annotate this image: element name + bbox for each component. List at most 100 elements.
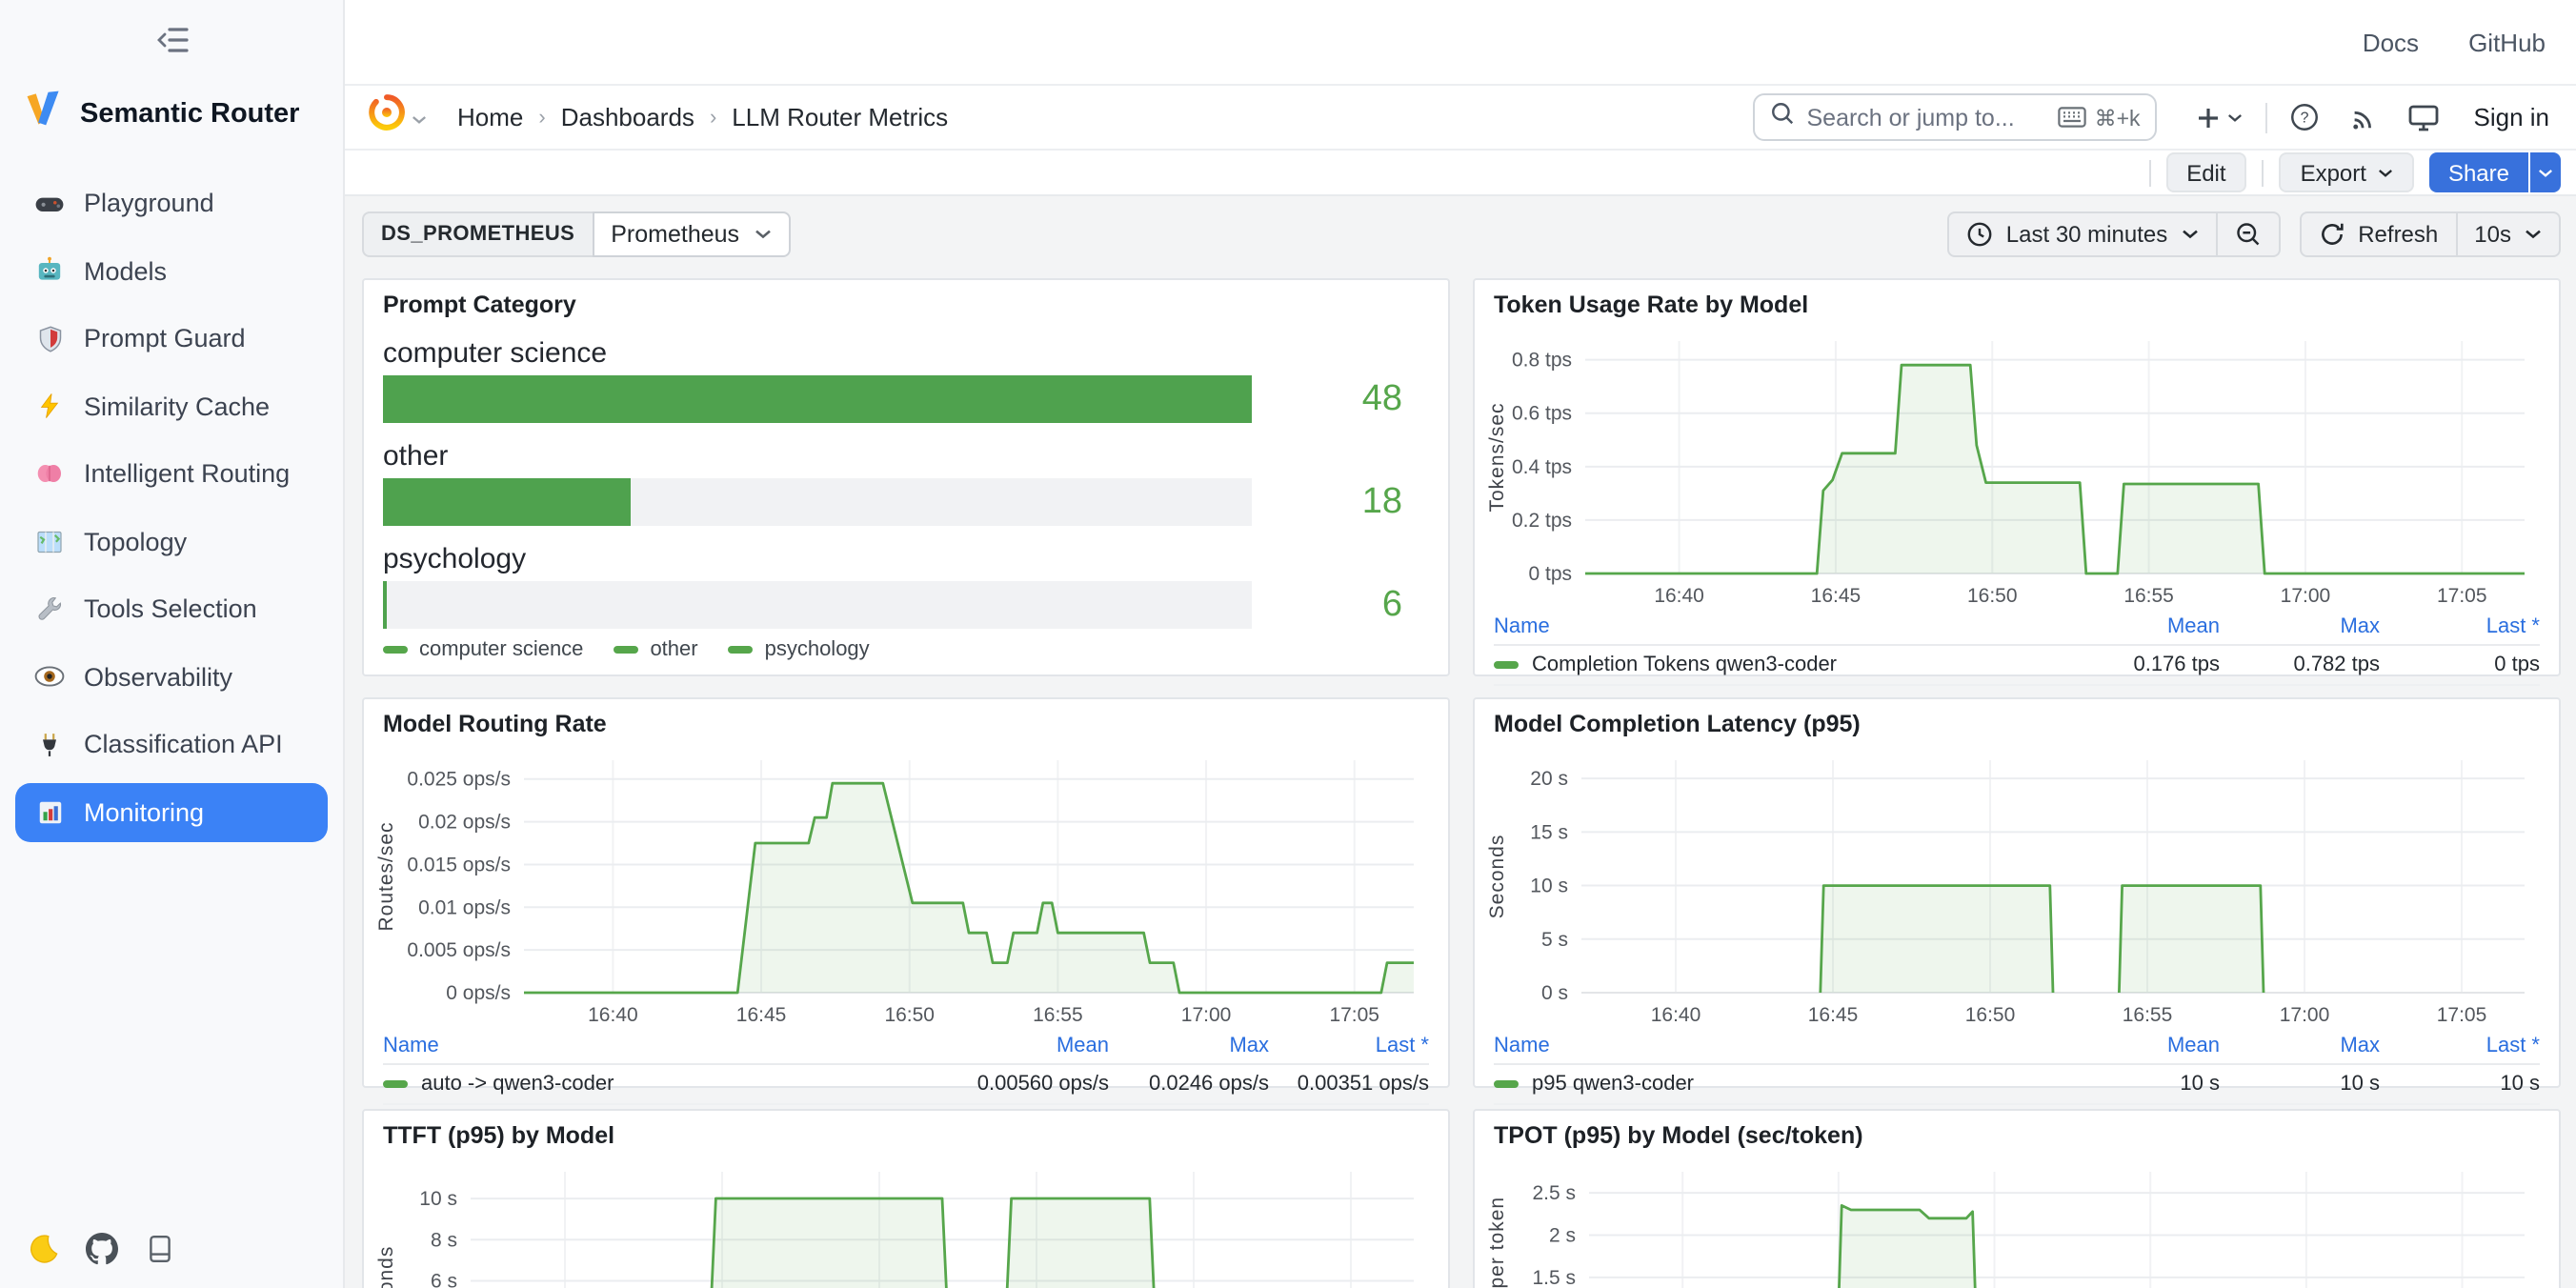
chevron-down-icon[interactable]	[412, 100, 427, 134]
github-icon[interactable]	[84, 1231, 118, 1265]
edit-button[interactable]: Edit	[2165, 152, 2246, 192]
share-menu-button[interactable]	[2530, 152, 2561, 192]
svg-text:0.02 ops/s: 0.02 ops/s	[418, 812, 511, 834]
legend-item[interactable]: computer science	[383, 638, 583, 661]
panel-title[interactable]: TTFT (p95) by Model	[383, 1122, 614, 1149]
brand[interactable]: Semantic Router	[0, 57, 343, 139]
sidebar-item-label: Monitoring	[84, 797, 204, 826]
search-box[interactable]: ⌘+k	[1754, 93, 2158, 141]
time-range-picker[interactable]: Last 30 minutes	[1947, 211, 2217, 257]
sidebar-item-monitoring[interactable]: Monitoring	[15, 782, 328, 841]
monitor-icon	[2409, 104, 2440, 131]
svg-text:15 s: 15 s	[1530, 821, 1568, 843]
svg-text:8 s: 8 s	[431, 1229, 457, 1251]
svg-text:0.025 ops/s: 0.025 ops/s	[407, 769, 511, 791]
legend-col-max[interactable]: Max	[2220, 615, 2380, 638]
dashboard-controls: DS_PROMETHEUS Prometheus Last 30 minutes	[362, 211, 2561, 257]
breadcrumb-current[interactable]: LLM Router Metrics	[732, 103, 948, 131]
clock-icon	[1966, 221, 1993, 248]
sidebar-item-playground[interactable]: Playground	[15, 173, 328, 232]
refresh-interval-picker[interactable]: 10s	[2457, 211, 2561, 257]
legend-col-name[interactable]: Name	[1494, 615, 2060, 638]
svg-text:16:55: 16:55	[1033, 1004, 1083, 1026]
legend-row[interactable]: Completion Tokens qwen3-coder0.176 tps0.…	[1494, 646, 2540, 686]
ttft-chart: 10 s8 s6 s16:4016:4516:5016:5517:0017:05…	[372, 1157, 1433, 1288]
sidebar-item-intelligent-routing[interactable]: Intelligent Routing	[15, 444, 328, 503]
legend-col-last[interactable]: Last *	[1269, 1035, 1429, 1057]
legend-header: NameMeanMaxLast *	[1494, 1031, 2540, 1065]
legend-row[interactable]: p95 qwen3-coder10 s10 s10 s	[1494, 1065, 2540, 1105]
sidebar-item-similarity-cache[interactable]: Similarity Cache	[15, 376, 328, 435]
svg-text:0.4 tps: 0.4 tps	[1512, 456, 1572, 478]
collapse-sidebar-icon[interactable]	[149, 23, 194, 57]
legend-col-last[interactable]: Last *	[2380, 615, 2540, 638]
docs-link[interactable]: Docs	[2363, 28, 2419, 56]
legend-item[interactable]: psychology	[729, 638, 870, 661]
book-icon[interactable]	[143, 1231, 177, 1265]
svg-text:0.6 tps: 0.6 tps	[1512, 403, 1572, 425]
export-button[interactable]: Export	[2280, 152, 2414, 192]
panel-title[interactable]: Token Usage Rate by Model	[1494, 292, 1808, 318]
svg-text:17:05: 17:05	[2437, 585, 2487, 607]
gauge-category-label: psychology	[383, 543, 1429, 575]
panel-token-usage-rate: Token Usage Rate by Model 0 tps0.2 tps0.…	[1473, 278, 2561, 676]
sidebar-item-prompt-guard[interactable]: Prompt Guard	[15, 309, 328, 368]
legend-col-name[interactable]: Name	[1494, 1035, 2060, 1057]
robot-icon	[34, 255, 65, 286]
sidebar-nav: Playground Models Prompt Guard Similarit…	[0, 173, 343, 841]
legend-table: NameMeanMaxLast * auto -> qwen3-coder0.00…	[383, 1031, 1429, 1105]
legend-col-max[interactable]: Max	[1109, 1035, 1269, 1057]
chevron-down-icon	[2228, 111, 2244, 123]
breadcrumb-home[interactable]: Home	[457, 103, 523, 131]
panel-title[interactable]: Model Routing Rate	[383, 711, 607, 737]
refresh-button[interactable]: Refresh	[2299, 211, 2457, 257]
eye-icon	[34, 661, 65, 692]
zoom-out-button[interactable]	[2217, 211, 2280, 257]
sidebar-item-classification-api[interactable]: Classification API	[15, 714, 328, 774]
panel-title[interactable]: Model Completion Latency (p95)	[1494, 711, 1861, 737]
panel-title[interactable]: Prompt Category	[383, 292, 576, 318]
svg-text:1.5 s: 1.5 s	[1532, 1267, 1576, 1288]
breadcrumb: Home › Dashboards › LLM Router Metrics	[457, 103, 948, 131]
add-new-button[interactable]	[2181, 94, 2259, 140]
series-color-icon	[729, 646, 754, 654]
zoom-out-icon	[2234, 221, 2261, 248]
gauge-value: 6	[1252, 584, 1429, 626]
svg-text:6 s: 6 s	[431, 1270, 457, 1288]
legend-col-last[interactable]: Last *	[2380, 1035, 2540, 1057]
svg-text:Tokens/sec: Tokens/sec	[1486, 402, 1508, 512]
map-icon	[34, 526, 65, 556]
moon-icon[interactable]	[25, 1231, 59, 1265]
svg-text:20 s: 20 s	[1530, 768, 1568, 790]
svg-text:0.8 tps: 0.8 tps	[1512, 350, 1572, 372]
legend-col-max[interactable]: Max	[2220, 1035, 2380, 1057]
github-link[interactable]: GitHub	[2468, 28, 2546, 56]
news-rss-button[interactable]	[2335, 94, 2394, 140]
svg-text:0.015 ops/s: 0.015 ops/s	[407, 854, 511, 875]
sidebar-footer	[25, 1231, 177, 1265]
panel-title[interactable]: TPOT (p95) by Model (sec/token)	[1494, 1122, 1863, 1149]
help-button[interactable]: ?	[2276, 94, 2335, 140]
legend-item[interactable]: other	[614, 638, 697, 661]
breadcrumb-dashboards[interactable]: Dashboards	[561, 103, 694, 131]
legend-col-mean[interactable]: Mean	[949, 1035, 1109, 1057]
share-button[interactable]: Share	[2429, 152, 2528, 192]
datasource-picker[interactable]: Prometheus	[592, 211, 791, 257]
sign-in-button[interactable]: Sign in	[2474, 103, 2550, 131]
svg-text:17:05: 17:05	[2437, 1004, 2487, 1026]
grafana-logo-icon[interactable]	[368, 93, 406, 141]
sidebar-item-models[interactable]: Models	[15, 241, 328, 300]
svg-text:0.2 tps: 0.2 tps	[1512, 510, 1572, 532]
display-button[interactable]	[2394, 94, 2455, 140]
search-input[interactable]	[1807, 104, 2047, 131]
svg-text:2.5 s: 2.5 s	[1532, 1182, 1576, 1204]
sidebar-item-topology[interactable]: Topology	[15, 512, 328, 571]
legend-col-name[interactable]: Name	[383, 1035, 949, 1057]
sidebar-item-observability[interactable]: Observability	[15, 647, 328, 706]
legend-col-mean[interactable]: Mean	[2060, 615, 2220, 638]
legend-row[interactable]: auto -> qwen3-coder0.00560 ops/s0.0246 o…	[383, 1065, 1429, 1105]
plus-icon	[2196, 104, 2223, 131]
sidebar-item-tools-selection[interactable]: Tools Selection	[15, 579, 328, 638]
legend-col-mean[interactable]: Mean	[2060, 1035, 2220, 1057]
chevron-down-icon	[2538, 167, 2553, 178]
